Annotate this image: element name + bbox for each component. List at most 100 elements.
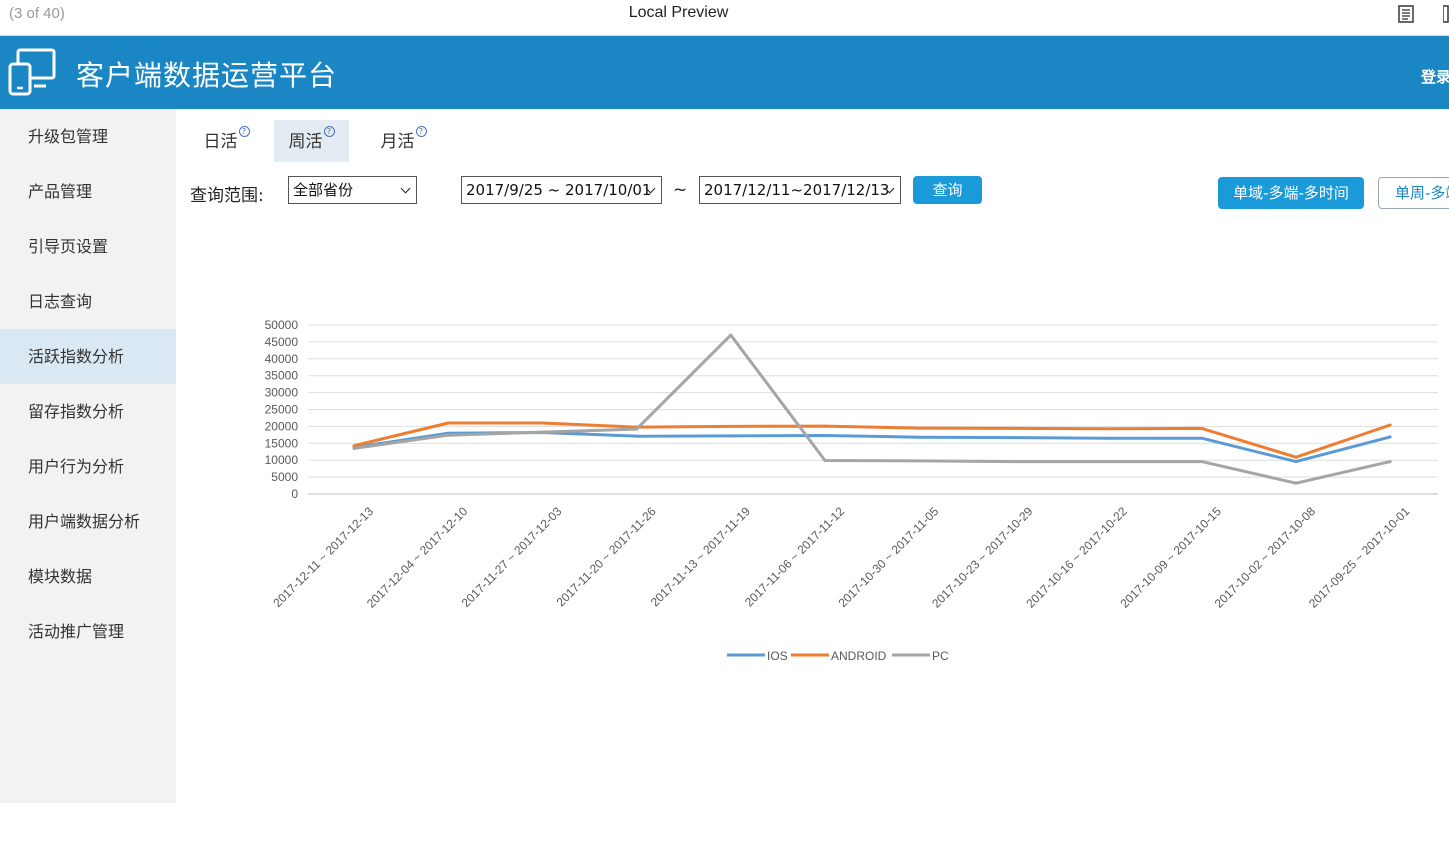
start-week-select[interactable]: 2017/9/25 ~ 2017/10/01 <box>461 176 662 204</box>
x-tick-label: 2017-10-16 ~ 2017-10-22 <box>1023 504 1130 611</box>
devices-logo-icon <box>8 48 56 96</box>
end-week-select[interactable]: 2017/12/11~2017/12/13 <box>699 176 901 204</box>
data-point <box>352 446 356 450</box>
data-point <box>446 433 450 437</box>
y-tick-label: 20000 <box>265 419 299 433</box>
tab-monthly-active[interactable]: 月活? <box>366 120 441 162</box>
data-point <box>1200 460 1204 464</box>
legend-label: IOS <box>767 649 788 663</box>
x-tick-label: 2017-10-30 ~ 2017-11-05 <box>836 504 942 610</box>
sidebar-item-product[interactable]: 产品管理 <box>0 164 176 219</box>
chevron-down-icon <box>400 183 411 194</box>
query-button[interactable]: 查询 <box>913 176 982 204</box>
y-tick-label: 45000 <box>265 335 299 349</box>
x-tick-label: 2017-11-27 ~ 2017-12-03 <box>459 504 565 610</box>
tab-daily-active[interactable]: 日活? <box>189 120 264 162</box>
data-point <box>352 445 356 449</box>
x-tick-label: 2017-10-02 ~ 2017-10-08 <box>1212 504 1319 611</box>
end-week-value: 2017/12/11~2017/12/13 <box>704 181 890 199</box>
data-point <box>1294 481 1298 485</box>
sidebar-toggle-icon[interactable] <box>1443 4 1449 24</box>
help-icon[interactable]: ? <box>238 126 250 137</box>
data-point <box>540 421 544 425</box>
series-line-android <box>353 421 1391 459</box>
sidebar-item-retention-index[interactable]: 留存指数分析 <box>0 384 176 439</box>
data-point <box>352 444 356 448</box>
sidebar-item-active-index[interactable]: 活跃指数分析 <box>0 329 176 384</box>
data-point <box>540 431 544 434</box>
y-tick-label: 50000 <box>265 318 299 332</box>
y-tick-label: 35000 <box>265 369 299 383</box>
start-week-value: 2017/9/25 ~ 2017/10/01 <box>466 181 652 199</box>
data-point <box>917 435 921 439</box>
document-icon[interactable] <box>1396 4 1416 24</box>
y-tick-label: 15000 <box>265 436 299 450</box>
sidebar: 升级包管理 产品管理 引导页设置 日志查询 活跃指数分析 留存指数分析 用户行为… <box>0 109 176 803</box>
data-point <box>1011 460 1015 464</box>
data-point <box>635 427 639 431</box>
data-point <box>729 434 733 438</box>
x-tick-label: 2017-09-25 ~ 2017-10-01 <box>1306 504 1413 611</box>
legend-label: PC <box>932 649 949 663</box>
legend-label: ANDROID <box>831 649 887 663</box>
range-separator: ~ <box>673 180 688 200</box>
x-tick-label: 2017-12-04 ~ 2017-12-10 <box>364 504 471 611</box>
y-tick-label: 25000 <box>265 403 299 417</box>
x-tick-label: 2017-11-06 ~ 2017-11-12 <box>742 504 847 609</box>
data-point <box>635 425 639 429</box>
data-point <box>1106 436 1110 440</box>
tab-weekly-active[interactable]: 周活? <box>274 120 349 162</box>
data-point <box>729 424 733 428</box>
data-point <box>1106 427 1110 431</box>
data-point <box>823 434 827 437</box>
series-line-pc <box>353 333 1391 485</box>
sidebar-item-upgrade-package[interactable]: 升级包管理 <box>0 109 176 164</box>
data-point <box>1106 460 1110 464</box>
x-tick-label: 2017-11-13 ~ 2017-11-19 <box>648 504 753 609</box>
data-point <box>729 333 733 337</box>
data-point <box>446 431 450 435</box>
series-line-ios <box>353 431 1391 464</box>
sidebar-item-promotion[interactable]: 活动推广管理 <box>0 604 176 659</box>
data-point <box>823 424 827 428</box>
tab-label: 日活 <box>203 132 238 152</box>
data-point <box>446 421 450 425</box>
y-tick-label: 5000 <box>271 470 298 484</box>
data-point <box>1200 426 1204 430</box>
province-select-value: 全部省份 <box>293 181 354 199</box>
data-point <box>1200 436 1204 440</box>
data-point <box>917 426 921 430</box>
data-point <box>823 459 827 462</box>
sidebar-item-log-query[interactable]: 日志查询 <box>0 274 176 329</box>
data-point <box>1388 460 1392 464</box>
sidebar-item-client-data[interactable]: 用户端数据分析 <box>0 494 176 549</box>
sidebar-item-user-behavior[interactable]: 用户行为分析 <box>0 439 176 494</box>
tab-label: 周活 <box>288 132 323 152</box>
app-title: 客户端数据运营平台 <box>76 59 338 92</box>
help-icon[interactable]: ? <box>323 126 335 137</box>
sidebar-item-guide-page[interactable]: 引导页设置 <box>0 219 176 274</box>
app-header: 客户端数据运营平台 登录 <box>0 36 1449 109</box>
x-tick-label: 2017-12-11 ~ 2017-12-13 <box>270 504 376 610</box>
sidebar-item-module-data[interactable]: 模块数据 <box>0 549 176 604</box>
x-tick-label: 2017-10-23 ~ 2017-10-29 <box>929 504 1036 611</box>
data-point <box>1388 423 1392 427</box>
mode-multi-time-button[interactable]: 单域-多端-多时间 <box>1218 177 1364 209</box>
y-tick-label: 40000 <box>265 352 299 366</box>
preview-toolbar: (3 of 40) Local Preview <box>0 0 1449 36</box>
y-tick-label: 30000 <box>265 386 299 400</box>
x-tick-label: 2017-10-09 ~ 2017-10-15 <box>1118 504 1225 611</box>
data-point <box>917 459 921 463</box>
data-point <box>1294 460 1298 464</box>
y-tick-label: 0 <box>291 487 298 501</box>
data-point <box>1294 455 1298 459</box>
x-tick-label: 2017-11-20 ~ 2017-11-26 <box>554 504 659 609</box>
province-select[interactable]: 全部省份 <box>288 176 417 204</box>
data-point <box>1388 435 1392 439</box>
data-point <box>1011 426 1015 430</box>
data-point <box>635 434 639 438</box>
help-icon[interactable]: ? <box>415 126 427 137</box>
mode-single-week-button[interactable]: 单周-多端 <box>1378 177 1449 209</box>
login-link[interactable]: 登录 <box>1421 66 1449 87</box>
y-tick-label: 10000 <box>265 453 299 467</box>
